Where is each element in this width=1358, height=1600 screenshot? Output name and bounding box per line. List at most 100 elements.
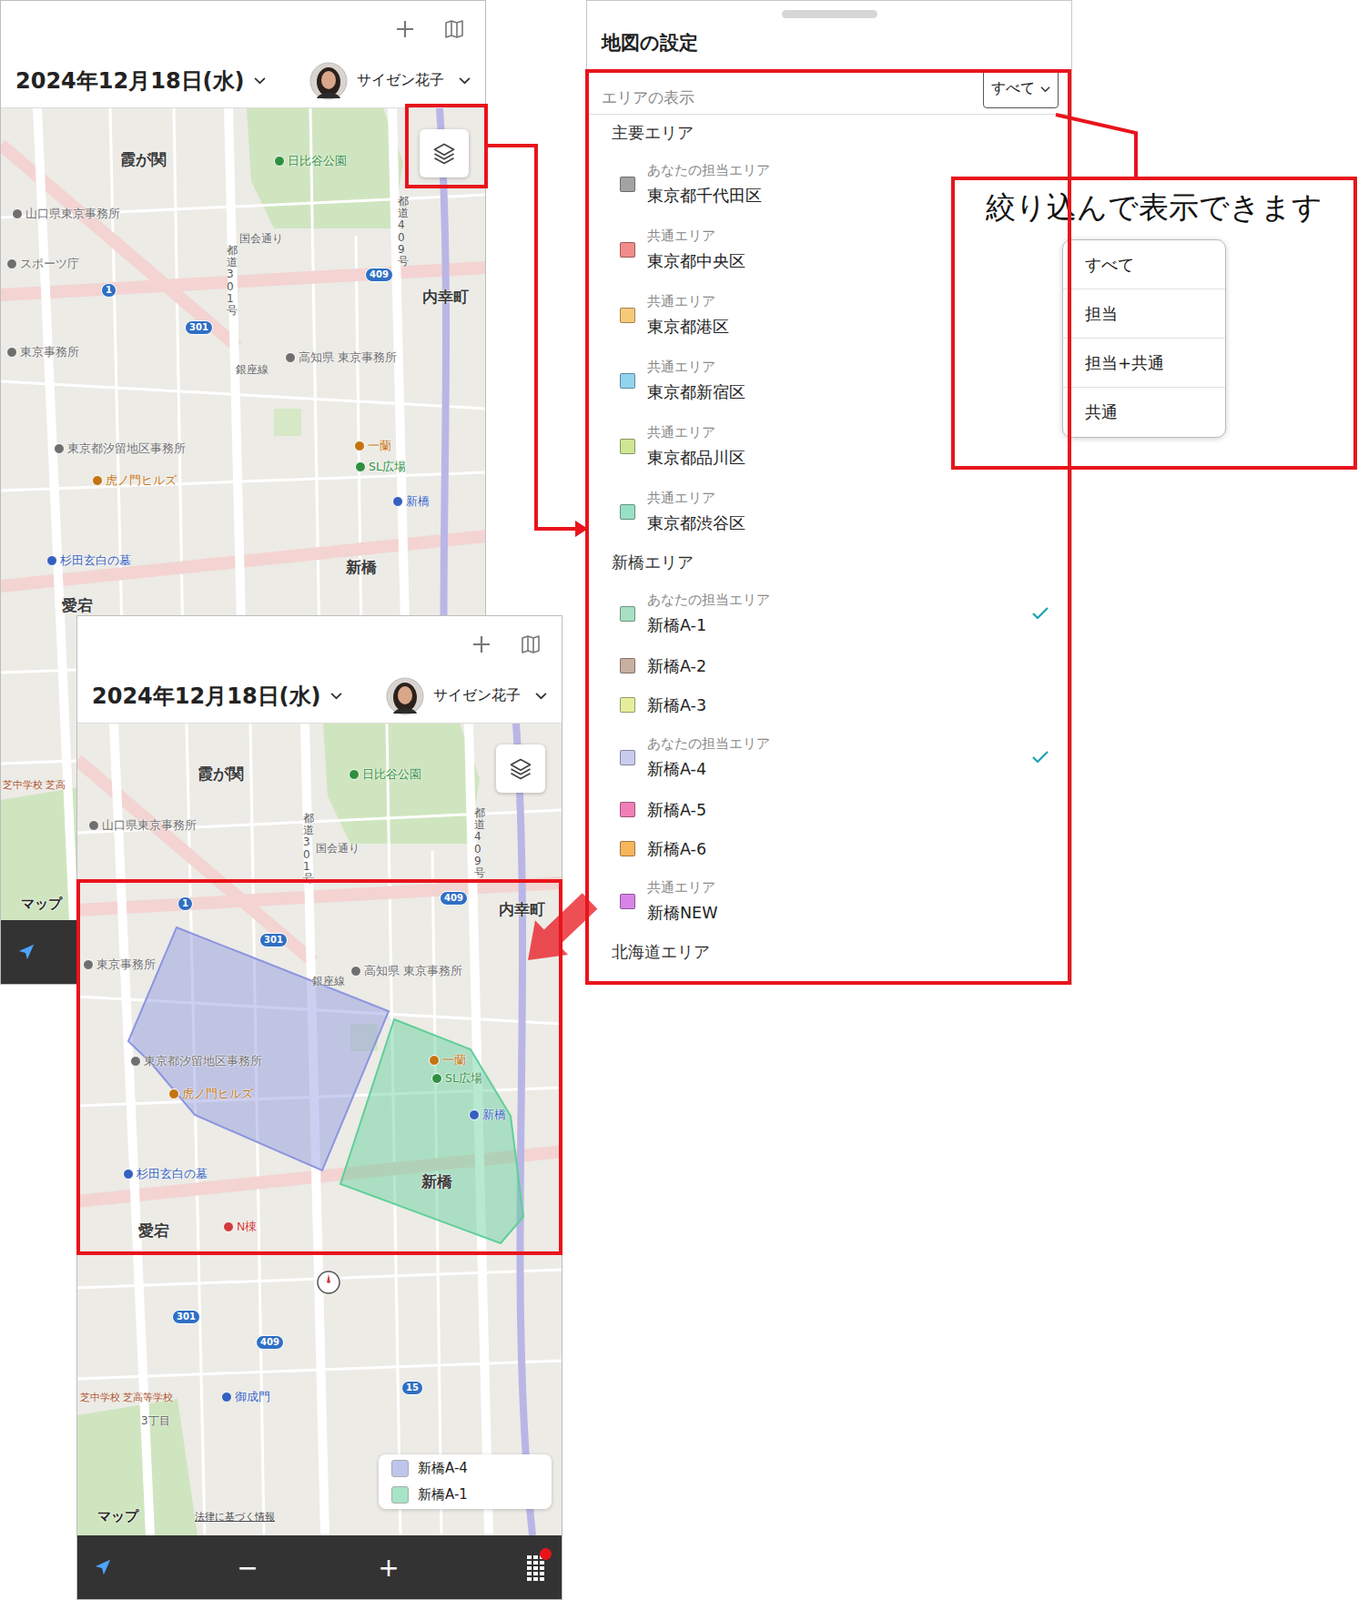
map-label: 都道301号 <box>303 812 315 885</box>
area-item[interactable]: 新橋A-5 <box>587 790 1072 830</box>
filter-callout: 絞り込んで表示できますすべて担当担当+共通共通 <box>951 176 1358 470</box>
area-color-box <box>619 893 636 910</box>
poi-icon <box>273 155 285 167</box>
map-label: 高知県 東京事務所 <box>350 963 463 978</box>
area-name: 新橋A-6 <box>647 838 1050 861</box>
area-name: 新橋A-2 <box>647 655 1050 678</box>
map-label: 銀座線 <box>235 363 269 376</box>
phone-screen: 2024年12月18日(水)サイゼン花子霞が関日比谷公園山口県東京事務所国会通り… <box>76 615 563 1600</box>
map-label: 高知県 東京事務所 <box>284 350 397 365</box>
callout-text: 絞り込んで表示できます <box>954 187 1354 229</box>
area-item[interactable]: あなたの担当エリア新橋A-4 <box>587 724 1072 791</box>
area-tag: あなたの担当エリア <box>647 591 1020 609</box>
area-group: 北海道エリア <box>587 933 1072 971</box>
map-label: 409 <box>439 891 468 906</box>
list-button[interactable] <box>525 1551 548 1583</box>
date-picker[interactable]: 2024年12月18日(水) <box>91 681 343 711</box>
map-label: 新橋 <box>392 494 430 508</box>
layers-button[interactable] <box>496 744 546 793</box>
menu-item[interactable]: 共通 <box>1063 387 1226 437</box>
area-group: 新橋エリアあなたの担当エリア新橋A-1新橋A-2新橋A-3あなたの担当エリア新橋… <box>587 544 1072 934</box>
plus-icon[interactable] <box>394 18 416 41</box>
map-label: 3丁目 <box>141 1414 171 1428</box>
location-arrow-icon[interactable] <box>17 942 36 962</box>
map-label: SL広場 <box>354 459 406 474</box>
poi-icon <box>354 461 366 473</box>
area-name: 東京都渋谷区 <box>647 512 1050 535</box>
map-label: 日比谷公園 <box>273 153 347 168</box>
poi-icon <box>221 1391 233 1403</box>
area-polygon[interactable] <box>340 1019 524 1244</box>
user-picker[interactable]: サイゼン花子 <box>309 61 471 101</box>
map-label: SL広場 <box>431 1071 483 1085</box>
map-label: 法律に基づく情報 <box>194 1510 275 1523</box>
area-item[interactable]: 新橋A-2 <box>587 646 1072 686</box>
compass-icon[interactable] <box>315 1269 342 1296</box>
map-label: 虎ノ門ヒルズ <box>91 473 177 487</box>
layers-button[interactable] <box>419 129 469 178</box>
plus-icon[interactable] <box>470 633 493 656</box>
highlight-box <box>78 881 561 1254</box>
filter-dropdown[interactable]: すべて <box>983 69 1059 109</box>
check-icon <box>1031 749 1050 765</box>
area-tag: あなたの担当エリア <box>647 735 1020 753</box>
area-color-box <box>619 504 636 520</box>
zoom-button[interactable]: − <box>229 1552 265 1583</box>
sheet-handle[interactable] <box>781 10 878 19</box>
area-item[interactable]: 新橋A-6 <box>587 829 1072 869</box>
map-label: 内幸町 <box>498 900 546 919</box>
area-item[interactable]: 共通エリア東京都渋谷区 <box>587 478 1072 545</box>
arrow-icon <box>527 892 598 961</box>
area-color-box <box>619 307 636 324</box>
location-arrow-icon[interactable] <box>93 1558 112 1577</box>
chevron-down-icon <box>535 691 548 700</box>
area-name: 新橋NEW <box>647 901 1050 924</box>
group-header: 新橋エリア <box>587 544 1072 581</box>
connector-line <box>1055 114 1136 177</box>
chevron-down-icon <box>458 76 471 85</box>
area-color-box <box>619 841 636 857</box>
poi-icon <box>431 1073 443 1085</box>
chevron-down-icon <box>1040 85 1051 93</box>
menu-item[interactable]: 担当+共通 <box>1063 338 1226 388</box>
filter-row: エリアの表示すべて <box>587 54 1072 115</box>
date-picker[interactable]: 2024年12月18日(水) <box>15 66 266 96</box>
chevron-down-icon <box>330 691 343 700</box>
map-label: 愛宕 <box>61 596 93 615</box>
poi-icon <box>46 555 58 567</box>
area-polygon[interactable] <box>128 927 389 1171</box>
poi-icon <box>122 1168 134 1180</box>
area-color-box <box>619 749 636 766</box>
area-name: 新橋A-4 <box>647 758 1020 781</box>
map-view[interactable]: 霞が関日比谷公園山口県東京事務所国会通り内幸町高知県 東京事務所東京事務所東京都… <box>77 723 562 1536</box>
map-label: 霞が関 <box>120 150 167 169</box>
menu-item[interactable]: 担当 <box>1063 289 1226 339</box>
menu-item[interactable]: すべて <box>1063 240 1226 290</box>
arrowhead-icon <box>575 520 588 538</box>
layers-icon <box>507 756 534 782</box>
map-icon[interactable] <box>443 18 466 41</box>
legend-swatch <box>391 1459 409 1478</box>
app-header: 2024年12月18日(水) サイゼン花子 <box>0 0 486 109</box>
map-label: スポーツ庁 <box>6 256 80 271</box>
area-item[interactable]: 新橋A-3 <box>587 685 1072 725</box>
map-legend: 新橋A-4新橋A-1 <box>378 1454 552 1510</box>
notification-dot <box>539 1548 552 1561</box>
map-label: 301 <box>184 320 213 335</box>
area-color-box <box>619 242 636 258</box>
map-label: 霞が関 <box>197 764 244 783</box>
area-color-box <box>619 606 636 622</box>
zoom-button[interactable]: + <box>370 1552 406 1583</box>
map-settings-sheet: 地図の設定エリアの表示すべて主要エリアあなたの担当エリア東京都千代田区共通エリア… <box>586 0 1073 985</box>
map-label: 杉田玄白の墓 <box>122 1166 208 1181</box>
user-picker[interactable]: サイゼン花子 <box>385 677 548 716</box>
avatar-icon <box>309 61 348 101</box>
poi-icon <box>350 965 362 977</box>
map-label: 山口県東京事務所 <box>88 818 197 832</box>
map-label: 301 <box>259 932 288 948</box>
poi-icon <box>6 258 18 270</box>
area-item[interactable]: あなたの担当エリア新橋A-1 <box>587 580 1072 647</box>
area-item[interactable]: 共通エリア新橋NEW <box>587 868 1072 934</box>
map-icon[interactable] <box>519 633 542 656</box>
map-label: 山口県東京事務所 <box>11 206 121 221</box>
